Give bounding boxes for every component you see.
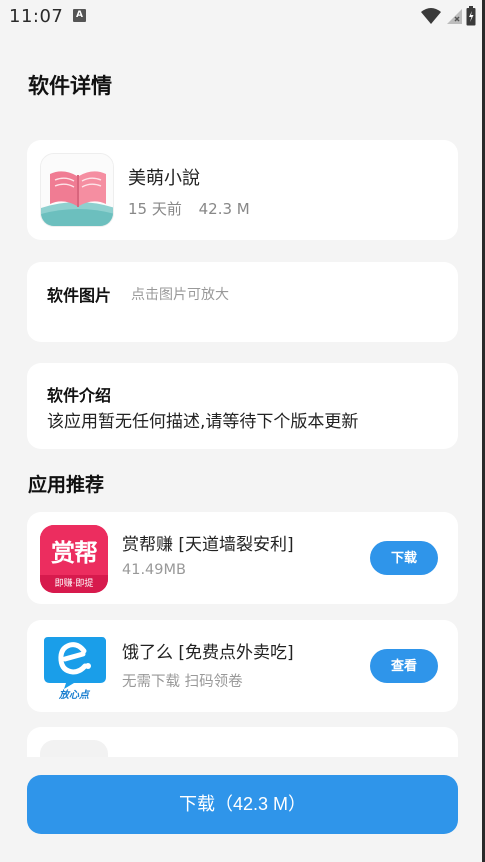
intro-card: 软件介绍 该应用暂无任何描述,请等待下个版本更新 bbox=[27, 363, 458, 449]
download-button[interactable]: 下载（42.3 M） bbox=[27, 775, 458, 834]
shangbang-logo-icon: 赏帮 即赚·即提 bbox=[40, 525, 108, 593]
rec-app-name: 饿了么 [免费点外卖吃] bbox=[122, 643, 294, 663]
battery-icon bbox=[466, 6, 476, 26]
screen: 11:07 A 软件详情 美萌小說 15 天前 42.3 M 软件图片 点击图片… bbox=[0, 0, 485, 862]
eleme-logo-icon: 放心点 bbox=[40, 633, 108, 701]
status-time: 11:07 bbox=[9, 6, 64, 27]
eleme-logo-caption: 放心点 bbox=[59, 690, 89, 701]
intro-label: 软件介绍 bbox=[47, 386, 112, 405]
list-item[interactable] bbox=[27, 727, 458, 757]
notification-icon: A bbox=[73, 9, 86, 22]
screenshots-card[interactable]: 软件图片 点击图片可放大 bbox=[27, 262, 458, 342]
list-item[interactable]: 赏帮 即赚·即提 赏帮赚 [天道墙裂安利] 41.49MB 下载 bbox=[27, 512, 458, 604]
shangbang-logo-caption: 即赚·即提 bbox=[54, 579, 94, 589]
rec-app-size: 41.49MB bbox=[122, 562, 186, 578]
page-title: 软件详情 bbox=[28, 74, 112, 98]
status-bar: 11:07 A bbox=[0, 0, 482, 34]
wifi-icon bbox=[421, 8, 441, 24]
app-icon bbox=[40, 740, 108, 757]
screenshots-label: 软件图片 bbox=[47, 286, 112, 305]
list-item[interactable]: 放心点 饿了么 [免费点外卖吃] 无需下载 扫码领卷 查看 bbox=[27, 620, 458, 712]
app-size: 42.3 M bbox=[198, 200, 250, 218]
shangbang-logo-text: 赏帮 bbox=[51, 539, 98, 567]
download-button[interactable]: 下载 bbox=[370, 541, 438, 575]
rec-app-subtitle: 无需下载 扫码领卷 bbox=[122, 674, 243, 690]
recommend-heading: 应用推荐 bbox=[28, 474, 105, 496]
app-meta: 15 天前 42.3 M bbox=[128, 198, 250, 219]
open-book-icon bbox=[40, 153, 114, 227]
intro-text: 该应用暂无任何描述,请等待下个版本更新 bbox=[47, 412, 359, 432]
rec-app-name: 赏帮赚 [天道墙裂安利] bbox=[122, 535, 294, 555]
app-updated: 15 天前 bbox=[128, 200, 182, 218]
status-icons bbox=[420, 6, 476, 26]
cellular-signal-icon bbox=[447, 9, 462, 24]
screenshots-hint: 点击图片可放大 bbox=[131, 287, 229, 303]
view-button[interactable]: 查看 bbox=[370, 649, 438, 683]
app-info-card: 美萌小說 15 天前 42.3 M bbox=[27, 140, 458, 240]
app-name: 美萌小說 bbox=[128, 168, 200, 189]
